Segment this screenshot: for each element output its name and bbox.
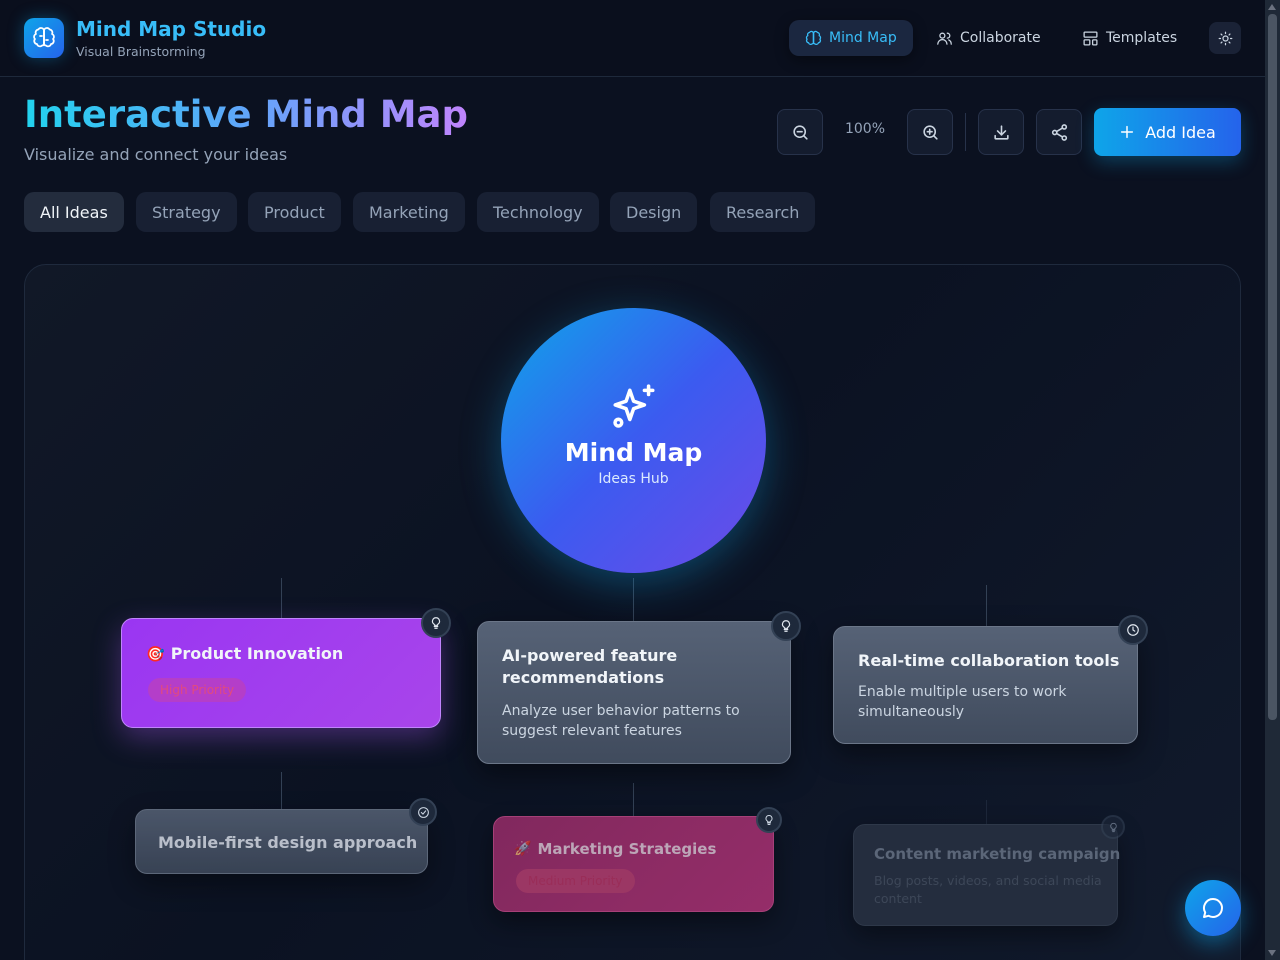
connector-line <box>986 585 987 626</box>
node-description: Enable multiple users to work simultaneo… <box>858 684 1067 720</box>
node-product-innovation[interactable]: 🎯 Product Innovation High Priority <box>121 618 441 728</box>
scroll-down-arrow[interactable] <box>1268 950 1276 956</box>
filter-design[interactable]: Design <box>610 192 698 232</box>
rocket-icon: 🚀 <box>514 841 532 857</box>
filter-strategy[interactable]: Strategy <box>136 192 237 232</box>
download-button[interactable] <box>978 109 1024 155</box>
node-realtime-collaboration[interactable]: Real-time collaboration tools Enable mul… <box>833 626 1138 744</box>
node-title: Mobile-first design approach <box>158 833 418 852</box>
nav-collaborate[interactable]: Collaborate <box>920 20 1057 56</box>
share-icon <box>1051 123 1067 141</box>
zoom-in-button[interactable] <box>907 109 953 155</box>
brain-icon <box>33 27 55 48</box>
node-title: Real-time collaboration tools <box>858 651 1120 670</box>
app-title: Mind Map Studio <box>76 17 267 41</box>
nav-label: Templates <box>1106 30 1178 46</box>
priority-badge: Medium Priority <box>516 869 635 893</box>
toolbar-divider <box>965 113 966 151</box>
sparkles-icon <box>612 384 655 428</box>
users-icon <box>937 32 952 45</box>
app-subtitle: Visual Brainstorming <box>76 44 206 59</box>
node-ai-recommendations[interactable]: AI-powered feature recommendations Analy… <box>477 621 791 764</box>
nav-mind-map[interactable]: Mind Map <box>789 20 913 56</box>
add-idea-label: Add Idea <box>1145 122 1216 142</box>
layout-icon <box>1083 30 1098 46</box>
center-node[interactable]: Mind Map Ideas Hub <box>501 308 766 573</box>
priority-badge: High Priority <box>148 678 247 702</box>
node-mobile-first[interactable]: Mobile-first design approach <box>135 809 428 874</box>
node-marketing-strategies[interactable]: 🚀 Marketing Strategies Medium Priority <box>493 816 774 912</box>
share-button[interactable] <box>1036 109 1082 155</box>
node-description: Blog posts, videos, and social media con… <box>874 873 1102 906</box>
node-status-badge <box>409 798 437 826</box>
plus-icon <box>1121 125 1134 139</box>
chat-bubble-icon <box>1203 898 1223 918</box>
node-status-badge <box>1118 615 1148 645</box>
node-title: Marketing Strategies <box>537 840 717 858</box>
connector-line <box>281 578 282 618</box>
filter-product[interactable]: Product <box>248 192 341 232</box>
node-status-badge <box>421 608 451 638</box>
node-status-badge <box>771 611 801 641</box>
lightbulb-icon <box>431 617 441 629</box>
lightbulb-icon <box>765 814 773 825</box>
filter-research[interactable]: Research <box>710 192 816 232</box>
connector-line <box>633 783 634 816</box>
page-subtitle: Visualize and connect your ideas <box>24 145 288 164</box>
target-icon: 🎯 <box>146 645 165 663</box>
sun-icon <box>1218 31 1232 45</box>
zoom-level: 100% <box>844 121 886 137</box>
center-node-subtitle: Ideas Hub <box>598 471 669 487</box>
connector-line <box>633 578 634 621</box>
mind-map-canvas[interactable]: Mind Map Ideas Hub 🎯 Product Innovation … <box>24 264 1241 960</box>
nav-label: Mind Map <box>829 30 897 46</box>
scroll-up-arrow[interactable] <box>1268 4 1276 10</box>
zoom-out-button[interactable] <box>777 109 823 155</box>
node-status-badge <box>1101 815 1125 839</box>
connector-line <box>281 772 282 809</box>
nav-label: Collaborate <box>960 30 1041 46</box>
node-title: Content marketing campaign <box>874 845 1121 863</box>
node-title: AI-powered feature recommendations <box>502 646 678 687</box>
node-title: Product Innovation <box>170 644 344 663</box>
page-title: Interactive Mind Map <box>24 93 468 136</box>
clock-icon <box>1127 624 1139 636</box>
brain-icon <box>805 30 822 45</box>
download-icon <box>993 124 1009 140</box>
filter-marketing[interactable]: Marketing <box>353 192 465 232</box>
node-status-badge <box>756 807 782 833</box>
page-scrollbar[interactable] <box>1265 0 1280 960</box>
center-node-title: Mind Map <box>564 438 703 467</box>
theme-toggle-button[interactable] <box>1209 22 1241 54</box>
zoom-in-icon <box>922 124 938 140</box>
top-bar: Mind Map Studio Visual Brainstorming Min… <box>0 0 1280 77</box>
filter-technology[interactable]: Technology <box>477 192 599 232</box>
nav-templates[interactable]: Templates <box>1066 20 1193 56</box>
app-logo[interactable] <box>24 18 64 58</box>
add-idea-button[interactable]: Add Idea <box>1094 108 1241 156</box>
scroll-thumb[interactable] <box>1268 14 1277 720</box>
check-circle-icon <box>417 806 429 818</box>
lightbulb-icon <box>781 620 791 632</box>
node-description: Analyze user behavior patterns to sugges… <box>502 703 740 739</box>
chat-button[interactable] <box>1185 880 1241 936</box>
connector-line <box>986 800 987 824</box>
lightbulb-icon <box>1109 822 1117 832</box>
filter-all-ideas[interactable]: All Ideas <box>24 192 124 232</box>
zoom-out-icon <box>792 124 808 140</box>
node-content-marketing[interactable]: Content marketing campaign Blog posts, v… <box>853 824 1121 926</box>
